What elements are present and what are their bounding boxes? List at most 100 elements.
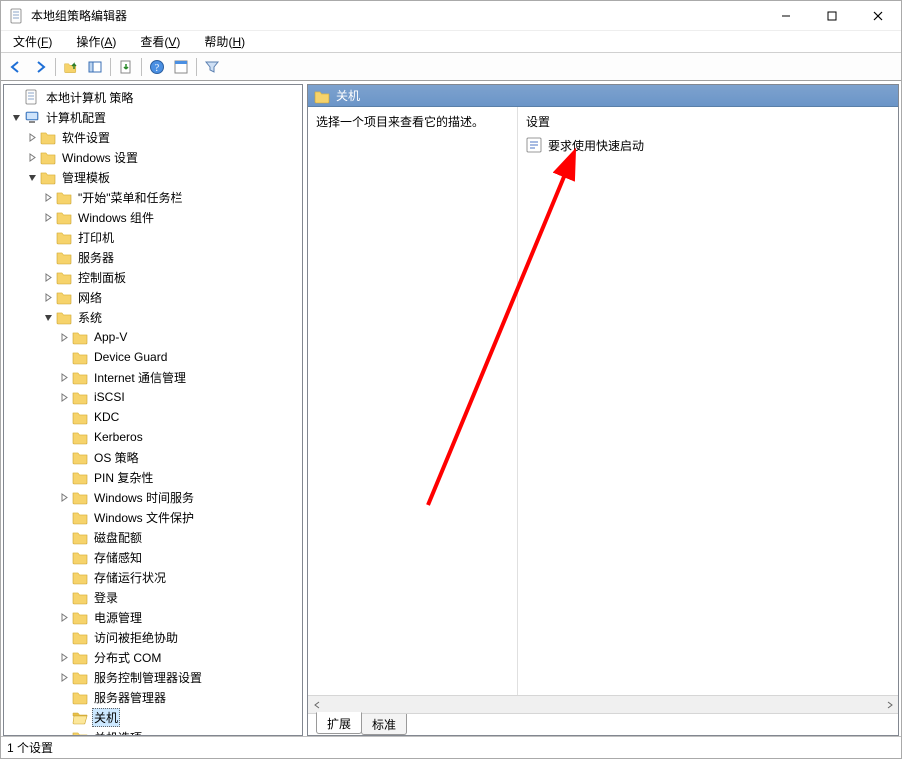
settings-header[interactable]: 设置 bbox=[524, 111, 892, 136]
tree-node-device-guard[interactable]: Device Guard bbox=[4, 347, 302, 367]
tree-node-start-menu[interactable]: "开始"菜单和任务栏 bbox=[4, 187, 302, 207]
properties-button[interactable] bbox=[170, 56, 192, 78]
tree-label: 存储感知 bbox=[92, 549, 144, 566]
tree-node-kdc[interactable]: KDC bbox=[4, 407, 302, 427]
expander-icon[interactable] bbox=[56, 649, 72, 665]
show-hide-tree-button[interactable] bbox=[84, 56, 106, 78]
back-button[interactable] bbox=[5, 56, 27, 78]
expander-icon[interactable] bbox=[56, 329, 72, 345]
expander-icon[interactable] bbox=[56, 609, 72, 625]
expander-icon[interactable] bbox=[56, 529, 72, 545]
expander-icon[interactable] bbox=[24, 169, 40, 185]
expander-icon[interactable] bbox=[40, 249, 56, 265]
folder-icon bbox=[56, 309, 72, 325]
tree-label: 服务控制管理器设置 bbox=[92, 669, 204, 686]
export-button[interactable] bbox=[115, 56, 137, 78]
menu-file[interactable]: 文件(F) bbox=[7, 31, 58, 52]
expander-icon[interactable] bbox=[56, 349, 72, 365]
tree-label: KDC bbox=[92, 410, 121, 424]
expander-icon[interactable] bbox=[56, 549, 72, 565]
menu-action[interactable]: 操作(A) bbox=[70, 31, 122, 52]
tree-label: 服务器管理器 bbox=[92, 689, 168, 706]
expander-icon[interactable] bbox=[24, 149, 40, 165]
tree-node-access-denied[interactable]: 访问被拒绝协助 bbox=[4, 627, 302, 647]
folder-icon bbox=[72, 389, 88, 405]
expander-icon[interactable] bbox=[56, 449, 72, 465]
expander-icon[interactable] bbox=[8, 89, 24, 105]
tree-node-root[interactable]: 本地计算机 策略 bbox=[4, 87, 302, 107]
tree-pane[interactable]: 本地计算机 策略 计算机配置 软件设置 Windows 设置 bbox=[3, 84, 303, 736]
expander-icon[interactable] bbox=[56, 629, 72, 645]
filter-button[interactable] bbox=[201, 56, 223, 78]
minimize-button[interactable] bbox=[763, 1, 809, 30]
expander-icon[interactable] bbox=[56, 569, 72, 585]
tree-node-server-manager[interactable]: 服务器管理器 bbox=[4, 687, 302, 707]
up-level-button[interactable] bbox=[60, 56, 82, 78]
tree-node-storage-health[interactable]: 存储运行状况 bbox=[4, 567, 302, 587]
tree-node-dcom[interactable]: 分布式 COM bbox=[4, 647, 302, 667]
tree-node-pin-complexity[interactable]: PIN 复杂性 bbox=[4, 467, 302, 487]
tree-node-server[interactable]: 服务器 bbox=[4, 247, 302, 267]
tree-node-windows-time[interactable]: Windows 时间服务 bbox=[4, 487, 302, 507]
tree-node-disk-quota[interactable]: 磁盘配额 bbox=[4, 527, 302, 547]
expander-icon[interactable] bbox=[40, 209, 56, 225]
tree-node-iscsi[interactable]: iSCSI bbox=[4, 387, 302, 407]
expander-icon[interactable] bbox=[56, 689, 72, 705]
tree-node-os-policy[interactable]: OS 策略 bbox=[4, 447, 302, 467]
tree-node-admin-templates[interactable]: 管理模板 bbox=[4, 167, 302, 187]
expander-icon[interactable] bbox=[56, 369, 72, 385]
expander-icon[interactable] bbox=[56, 669, 72, 685]
expander-icon[interactable] bbox=[40, 229, 56, 245]
expander-icon[interactable] bbox=[56, 469, 72, 485]
expander-icon[interactable] bbox=[40, 189, 56, 205]
menu-help[interactable]: 帮助(H) bbox=[198, 31, 251, 52]
expander-icon[interactable] bbox=[56, 389, 72, 405]
menu-view[interactable]: 查看(V) bbox=[134, 31, 186, 52]
expander-icon[interactable] bbox=[40, 269, 56, 285]
help-button[interactable]: ? bbox=[146, 56, 168, 78]
folder-icon bbox=[72, 429, 88, 445]
tree-label: Device Guard bbox=[92, 350, 169, 364]
expander-icon[interactable] bbox=[56, 709, 72, 725]
scroll-left-button[interactable] bbox=[308, 697, 325, 713]
tree-node-kerberos[interactable]: Kerberos bbox=[4, 427, 302, 447]
tree-node-internet-comm[interactable]: Internet 通信管理 bbox=[4, 367, 302, 387]
expander-icon[interactable] bbox=[40, 309, 56, 325]
expander-icon[interactable] bbox=[24, 129, 40, 145]
expander-icon[interactable] bbox=[56, 589, 72, 605]
expander-icon[interactable] bbox=[56, 729, 72, 736]
description-column: 选择一个项目来查看它的描述。 bbox=[308, 107, 518, 695]
close-button[interactable] bbox=[855, 1, 901, 30]
maximize-button[interactable] bbox=[809, 1, 855, 30]
setting-item-fast-startup[interactable]: 要求使用快速启动 bbox=[524, 136, 892, 154]
expander-icon[interactable] bbox=[8, 109, 24, 125]
tree-node-storage-sense[interactable]: 存储感知 bbox=[4, 547, 302, 567]
tree-node-system[interactable]: 系统 bbox=[4, 307, 302, 327]
expander-icon[interactable] bbox=[40, 289, 56, 305]
expander-icon[interactable] bbox=[56, 429, 72, 445]
expander-icon[interactable] bbox=[56, 489, 72, 505]
tree-node-control-panel[interactable]: 控制面板 bbox=[4, 267, 302, 287]
expander-icon[interactable] bbox=[56, 409, 72, 425]
tree-node-power[interactable]: 电源管理 bbox=[4, 607, 302, 627]
tree-node-windows-settings[interactable]: Windows 设置 bbox=[4, 147, 302, 167]
expander-icon[interactable] bbox=[56, 509, 72, 525]
tree-node-svc-control[interactable]: 服务控制管理器设置 bbox=[4, 667, 302, 687]
tree-node-network[interactable]: 网络 bbox=[4, 287, 302, 307]
tree-node-shutdown[interactable]: 关机 bbox=[4, 707, 302, 727]
scroll-track[interactable] bbox=[342, 697, 864, 713]
tree-node-app-v[interactable]: App-V bbox=[4, 327, 302, 347]
tree-node-printers[interactable]: 打印机 bbox=[4, 227, 302, 247]
forward-button[interactable] bbox=[29, 56, 51, 78]
tree-node-file-protection[interactable]: Windows 文件保护 bbox=[4, 507, 302, 527]
tree-node-computer-config[interactable]: 计算机配置 bbox=[4, 107, 302, 127]
tab-standard[interactable]: 标准 bbox=[361, 714, 407, 735]
tree-node-shutdown-options[interactable]: 关机选项 bbox=[4, 727, 302, 736]
scroll-right-button[interactable] bbox=[881, 697, 898, 713]
folder-icon bbox=[40, 149, 56, 165]
horizontal-scrollbar[interactable] bbox=[308, 695, 898, 713]
tree-node-windows-components[interactable]: Windows 组件 bbox=[4, 207, 302, 227]
tree-node-logon[interactable]: 登录 bbox=[4, 587, 302, 607]
tab-extended[interactable]: 扩展 bbox=[316, 712, 362, 734]
tree-node-software-settings[interactable]: 软件设置 bbox=[4, 127, 302, 147]
